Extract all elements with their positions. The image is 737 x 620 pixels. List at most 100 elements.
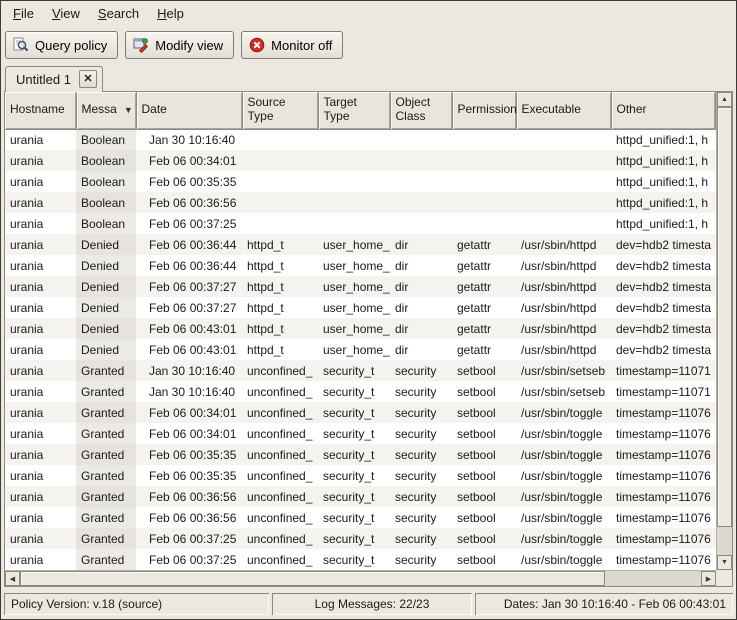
cell-hostname: urania: [5, 402, 76, 423]
cell-source: unconfined_: [242, 486, 318, 507]
column-header-other[interactable]: Other: [611, 92, 716, 129]
table-row[interactable]: uraniaGrantedFeb 06 00:34:01unconfined_s…: [5, 423, 716, 444]
table-row[interactable]: uraniaBooleanFeb 06 00:34:01httpd_unifie…: [5, 150, 716, 171]
cell-other: httpd_unified:1, h: [611, 213, 716, 234]
table-row[interactable]: uraniaGrantedFeb 06 00:37:25unconfined_s…: [5, 549, 716, 570]
cell-source: unconfined_: [242, 465, 318, 486]
menu-file[interactable]: File: [4, 2, 43, 25]
table-row[interactable]: uraniaGrantedFeb 06 00:35:35unconfined_s…: [5, 444, 716, 465]
cell-source: httpd_t: [242, 276, 318, 297]
table-row[interactable]: uraniaGrantedFeb 06 00:37:25unconfined_s…: [5, 528, 716, 549]
table-row[interactable]: uraniaDeniedFeb 06 00:43:01httpd_tuser_h…: [5, 318, 716, 339]
column-header-date[interactable]: Date: [136, 92, 242, 129]
column-header-object-class[interactable]: Object Class: [390, 92, 452, 129]
cell-source: unconfined_: [242, 507, 318, 528]
cell-source: unconfined_: [242, 444, 318, 465]
table-row[interactable]: uraniaDeniedFeb 06 00:36:44httpd_tuser_h…: [5, 255, 716, 276]
table-row[interactable]: uraniaDeniedFeb 06 00:37:27httpd_tuser_h…: [5, 276, 716, 297]
cell-date: Feb 06 00:37:25: [136, 549, 242, 570]
cell-message: Granted: [76, 528, 136, 549]
tab-close-button[interactable]: ✕: [79, 70, 97, 88]
magnifier-icon: [13, 37, 29, 53]
cell-target: user_home_: [318, 276, 390, 297]
close-icon: ✕: [83, 74, 92, 85]
scroll-right-icon[interactable]: ▶: [701, 571, 716, 586]
cell-executable: [516, 171, 611, 192]
table-row[interactable]: uraniaGrantedJan 30 10:16:40unconfined_s…: [5, 381, 716, 402]
cell-permission: setbool: [452, 549, 516, 570]
horizontal-scrollbar-thumb[interactable]: [20, 571, 605, 586]
column-header-permission[interactable]: Permission: [452, 92, 516, 129]
cell-object_class: security: [390, 402, 452, 423]
cell-source: unconfined_: [242, 381, 318, 402]
cell-object_class: dir: [390, 339, 452, 360]
cell-date: Feb 06 00:34:01: [136, 150, 242, 171]
column-header-hostname[interactable]: Hostname: [5, 92, 76, 129]
cell-source: [242, 213, 318, 234]
cell-other: timestamp=11071: [611, 381, 716, 402]
cell-date: Jan 30 10:16:40: [136, 129, 242, 150]
cell-hostname: urania: [5, 318, 76, 339]
modify-view-icon: [133, 37, 149, 53]
table-row[interactable]: uraniaBooleanFeb 06 00:36:56httpd_unifie…: [5, 192, 716, 213]
cell-hostname: urania: [5, 297, 76, 318]
vertical-scrollbar-thumb[interactable]: [717, 107, 732, 527]
scroll-down-icon[interactable]: ▼: [717, 555, 732, 570]
toolbar: Query policy Modify view Monitor off: [1, 26, 736, 64]
cell-target: security_t: [318, 444, 390, 465]
table-row[interactable]: uraniaDeniedFeb 06 00:43:01httpd_tuser_h…: [5, 339, 716, 360]
cell-hostname: urania: [5, 339, 76, 360]
monitor-off-button[interactable]: Monitor off: [241, 31, 343, 59]
cell-message: Boolean: [76, 150, 136, 171]
column-label: Object Class: [396, 95, 431, 123]
cell-hostname: urania: [5, 381, 76, 402]
cell-message: Granted: [76, 381, 136, 402]
column-header-target-type[interactable]: Target Type: [318, 92, 390, 129]
cell-date: Jan 30 10:16:40: [136, 360, 242, 381]
horizontal-scrollbar[interactable]: ◀ ▶: [5, 570, 716, 586]
cell-object_class: security: [390, 549, 452, 570]
scroll-up-icon[interactable]: ▲: [717, 92, 732, 107]
column-header-executable[interactable]: Executable: [516, 92, 611, 129]
table-row[interactable]: uraniaDeniedFeb 06 00:36:44httpd_tuser_h…: [5, 234, 716, 255]
table-row[interactable]: uraniaDeniedFeb 06 00:37:27httpd_tuser_h…: [5, 297, 716, 318]
column-header-message[interactable]: Messa▼: [76, 92, 136, 129]
table-row[interactable]: uraniaGrantedFeb 06 00:34:01unconfined_s…: [5, 402, 716, 423]
tab-label: Untitled 1: [16, 72, 71, 87]
table-row[interactable]: uraniaGrantedFeb 06 00:36:56unconfined_s…: [5, 507, 716, 528]
query-policy-button[interactable]: Query policy: [5, 31, 118, 59]
column-header-source-type[interactable]: Source Type: [242, 92, 318, 129]
cell-hostname: urania: [5, 549, 76, 570]
column-label: Permission: [458, 102, 517, 116]
tab-untitled-1[interactable]: Untitled 1 ✕: [5, 66, 103, 92]
cell-other: timestamp=11076: [611, 465, 716, 486]
cell-executable: /usr/sbin/toggle: [516, 444, 611, 465]
table-row[interactable]: uraniaBooleanFeb 06 00:37:25httpd_unifie…: [5, 213, 716, 234]
menu-search[interactable]: Search: [89, 2, 148, 25]
cell-date: Feb 06 00:34:01: [136, 402, 242, 423]
cell-target: security_t: [318, 465, 390, 486]
scrollbar-corner: [716, 570, 732, 586]
column-label: Executable: [522, 102, 581, 116]
cell-target: [318, 213, 390, 234]
modify-view-button[interactable]: Modify view: [125, 31, 234, 59]
menu-help[interactable]: Help: [148, 2, 193, 25]
table-row[interactable]: uraniaBooleanJan 30 10:16:40httpd_unifie…: [5, 129, 716, 150]
cell-target: user_home_: [318, 255, 390, 276]
cell-date: Feb 06 00:37:25: [136, 528, 242, 549]
cell-target: [318, 150, 390, 171]
vertical-scrollbar[interactable]: ▲ ▼: [716, 92, 732, 570]
table-row[interactable]: uraniaBooleanFeb 06 00:35:35httpd_unifie…: [5, 171, 716, 192]
menu-view[interactable]: View: [43, 2, 89, 25]
cell-object_class: dir: [390, 276, 452, 297]
cell-other: dev=hdb2 timesta: [611, 234, 716, 255]
table-row[interactable]: uraniaGrantedFeb 06 00:36:56unconfined_s…: [5, 486, 716, 507]
cell-source: unconfined_: [242, 402, 318, 423]
cell-target: [318, 171, 390, 192]
cell-date: Feb 06 00:37:27: [136, 276, 242, 297]
scroll-left-icon[interactable]: ◀: [5, 571, 20, 586]
table-row[interactable]: uraniaGrantedJan 30 10:16:40unconfined_s…: [5, 360, 716, 381]
table-row[interactable]: uraniaGrantedFeb 06 00:35:35unconfined_s…: [5, 465, 716, 486]
modify-view-label: Modify view: [155, 38, 223, 53]
cell-source: [242, 129, 318, 150]
